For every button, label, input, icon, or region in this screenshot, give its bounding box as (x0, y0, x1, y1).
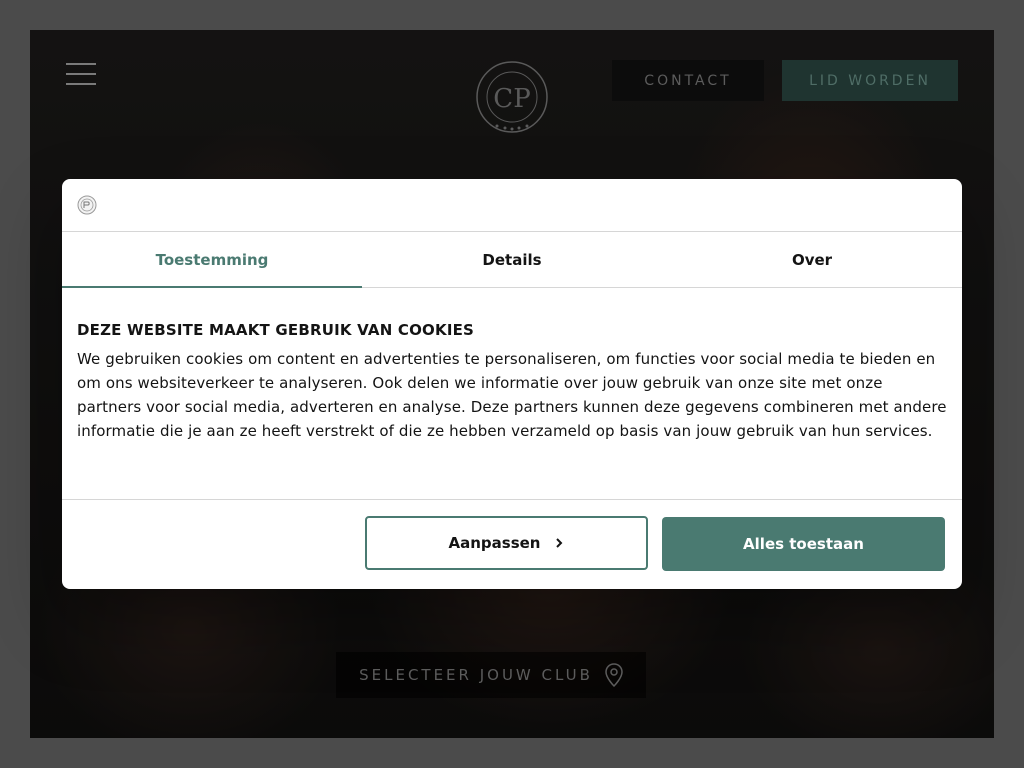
join-button[interactable]: LID WORDEN (782, 60, 958, 101)
allow-all-button-label: Alles toestaan (743, 535, 864, 553)
menu-icon[interactable] (66, 63, 96, 87)
tab-consent-label: Toestemming (155, 250, 269, 269)
consent-tabs: Toestemming Details Over (62, 232, 962, 288)
customize-button-label: Aanpassen (448, 534, 541, 552)
tab-details-label: Details (482, 250, 542, 269)
consent-actions: Aanpassen Alles toestaan (62, 500, 962, 588)
dialog-header (62, 179, 962, 232)
tab-details[interactable]: Details (362, 232, 662, 287)
tab-about-label: Over (791, 250, 833, 269)
allow-all-button[interactable]: Alles toestaan (662, 517, 945, 571)
consent-body-text: We gebruiken cookies om content en adver… (77, 350, 947, 440)
customize-button[interactable]: Aanpassen (365, 516, 648, 570)
chevron-right-icon (556, 538, 563, 548)
contact-button[interactable]: CONTACT (612, 60, 764, 101)
consent-content: DEZE WEBSITE MAAKT GEBRUIK VAN COOKIES W… (62, 288, 962, 500)
logo-monogram: CP (493, 84, 530, 114)
cookie-consent-dialog: Toestemming Details Over DEZE WEBSITE MA… (62, 179, 962, 589)
consent-heading: DEZE WEBSITE MAAKT GEBRUIK VAN COOKIES (77, 321, 475, 339)
brand-logo-icon (77, 195, 97, 215)
tab-about[interactable]: Over (662, 232, 962, 287)
location-pin-icon (605, 663, 623, 687)
tab-consent[interactable]: Toestemming (62, 232, 362, 288)
club-logo[interactable]: CP (475, 60, 549, 134)
select-club-label: SELECTEER JOUW CLUB (359, 666, 593, 684)
select-club-button[interactable]: SELECTEER JOUW CLUB (336, 652, 646, 698)
